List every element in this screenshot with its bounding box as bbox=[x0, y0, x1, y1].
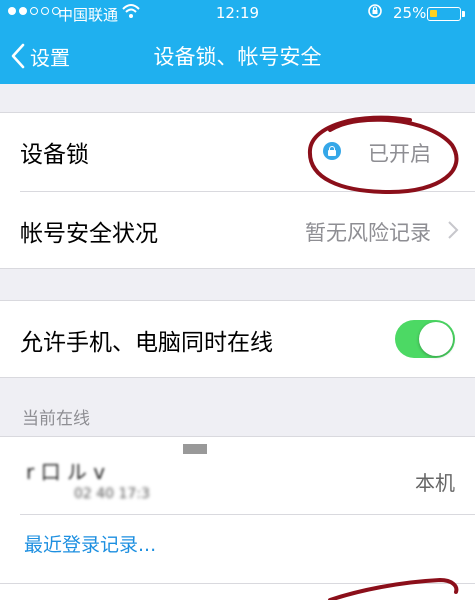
row-divider bbox=[20, 514, 475, 515]
redaction-block bbox=[183, 444, 207, 454]
device-lock-status: 已开启 bbox=[368, 142, 431, 166]
current-online-header: 当前在线 bbox=[22, 409, 90, 429]
allow-simultaneous-online-toggle[interactable] bbox=[395, 320, 455, 358]
navigation-bar: 设置 设备锁、帐号安全 bbox=[0, 30, 475, 84]
lock-body bbox=[328, 150, 336, 156]
allow-simultaneous-online-label: 允许手机、电脑同时在线 bbox=[20, 330, 273, 356]
account-security-value: 暂无风险记录 bbox=[305, 221, 431, 245]
battery-percentage: 25% bbox=[393, 4, 427, 22]
online-device-name: r 口 ル v bbox=[26, 460, 106, 484]
recent-login-records-link[interactable]: 最近登录记录... bbox=[24, 530, 156, 557]
battery-icon bbox=[427, 7, 465, 21]
lock-icon bbox=[323, 142, 341, 160]
device-lock-label: 设备锁 bbox=[20, 142, 89, 168]
battery-tip bbox=[462, 11, 465, 17]
page-title: 设备锁、帐号安全 bbox=[153, 45, 322, 69]
online-device-time: 02 40 17:3 bbox=[74, 486, 150, 502]
this-device-tag: 本机 bbox=[415, 471, 455, 495]
row-divider bbox=[0, 583, 475, 584]
device-lock-row[interactable]: 设备锁 已开启 bbox=[0, 113, 475, 191]
account-security-label: 帐号安全状况 bbox=[20, 221, 158, 247]
chevron-right-icon bbox=[448, 221, 459, 239]
toggle-knob bbox=[419, 322, 453, 356]
security-settings-group: 设备锁 已开启 帐号安全状况 暂无风险记录 bbox=[0, 112, 475, 269]
status-bar: 中国联通 12:19 25% bbox=[0, 0, 475, 30]
account-security-status-row[interactable]: 帐号安全状况 暂无风险记录 bbox=[0, 192, 475, 270]
header: 中国联通 12:19 25% 设置 设备锁、帐号安全 bbox=[0, 0, 475, 84]
rotation-lock-icon bbox=[367, 3, 383, 23]
battery-level-fill bbox=[430, 10, 437, 17]
